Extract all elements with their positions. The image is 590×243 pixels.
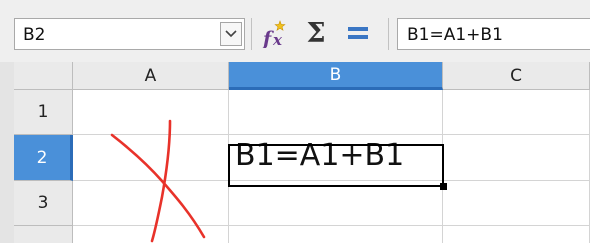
formula-input-value[interactable]: B1=A1+B1 <box>407 25 503 45</box>
column-header-a[interactable]: A <box>73 62 229 90</box>
sigma-icon: Σ <box>306 17 326 49</box>
row-header-3[interactable]: 3 <box>14 181 73 226</box>
column-header-b[interactable]: B <box>229 62 443 90</box>
toolbar-separator <box>251 18 252 50</box>
formula-button[interactable] <box>345 17 371 49</box>
row-header-2[interactable]: 2 <box>14 135 73 181</box>
function-wizard-icon: f x <box>261 20 286 48</box>
formula-toolbar: B2 f x Σ B1=A1+B1 <box>0 0 590 63</box>
cell-b1[interactable] <box>229 90 443 135</box>
sum-button[interactable]: Σ <box>303 17 329 49</box>
row-header-1[interactable]: 1 <box>14 90 73 135</box>
cell-c3[interactable] <box>443 181 590 226</box>
name-box-dropdown-button[interactable] <box>220 22 242 46</box>
formula-input[interactable]: B1=A1+B1 <box>397 18 590 50</box>
select-all-corner[interactable] <box>14 62 73 90</box>
chevron-down-icon <box>225 30 237 38</box>
svg-text:x: x <box>272 31 283 48</box>
cell-b2-value: B1=A1+B1 <box>235 138 405 173</box>
fill-handle[interactable] <box>440 183 447 190</box>
toolbar-separator <box>388 18 389 50</box>
name-box[interactable]: B2 <box>14 18 245 50</box>
cell-b4[interactable] <box>229 226 443 243</box>
function-wizard-button[interactable]: f x <box>259 17 291 49</box>
row-header-4[interactable] <box>14 226 73 243</box>
name-box-value[interactable]: B2 <box>23 25 45 45</box>
equals-icon <box>348 27 368 39</box>
cell-b2[interactable]: B1=A1+B1 <box>229 135 443 181</box>
cell-c1[interactable] <box>443 90 590 135</box>
red-x-annotation <box>110 119 206 243</box>
cell-b3[interactable] <box>229 181 443 226</box>
cell-c4[interactable] <box>443 226 590 243</box>
column-header-c[interactable]: C <box>443 62 590 90</box>
spreadsheet-grid: A B C 1 2 3 B1=A1+B1 <box>0 62 590 243</box>
grid-left-strip <box>0 62 15 243</box>
cell-c2[interactable] <box>443 135 590 181</box>
